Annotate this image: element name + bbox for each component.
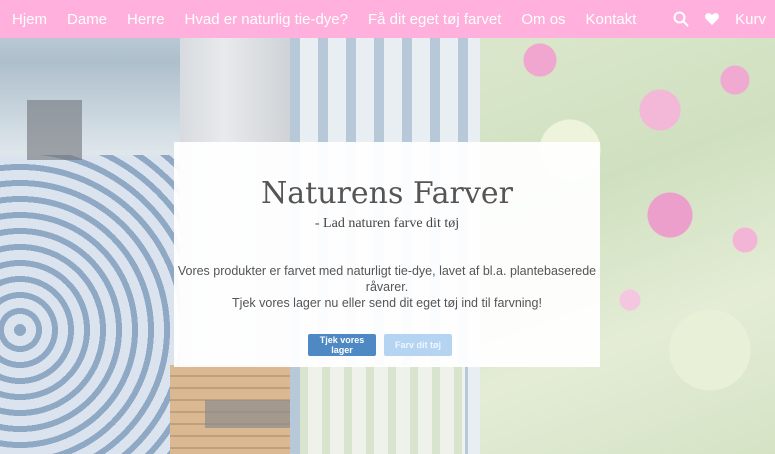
dye-clothes-button[interactable]: Farv dit tøj	[384, 334, 452, 356]
nav-link-hjem[interactable]: Hjem	[12, 11, 47, 28]
nav-link-herre[interactable]: Herre	[127, 11, 165, 28]
nav-link-contact[interactable]: Kontakt	[586, 11, 637, 28]
nav-link-natural-tie-dye[interactable]: Hvad er naturlig tie-dye?	[185, 11, 348, 28]
background-pallet-gap	[205, 400, 290, 428]
hero-card: Naturens Farver - Lad naturen farve dit …	[174, 142, 600, 367]
cart-link[interactable]: Kurv	[735, 11, 766, 28]
check-stock-button[interactable]: Tjek vores lager	[308, 334, 376, 356]
top-navigation: Hjem Dame Herre Hvad er naturlig tie-dye…	[0, 0, 775, 38]
background-post	[27, 100, 82, 160]
nav-actions: Kurv	[673, 0, 766, 38]
hero-description-line-2: Tjek vores lager nu eller send dit eget …	[232, 296, 542, 310]
nav-link-dame[interactable]: Dame	[67, 11, 107, 28]
background-fabric-green	[300, 365, 465, 454]
hero-title: Naturens Farver	[261, 176, 513, 211]
search-icon[interactable]	[673, 11, 689, 27]
hero-description: Vores produkter er farvet med naturligt …	[174, 263, 600, 311]
nav-link-about[interactable]: Om os	[521, 11, 565, 28]
nav-links: Hjem Dame Herre Hvad er naturlig tie-dye…	[12, 11, 656, 28]
heart-icon[interactable]	[704, 11, 720, 27]
nav-link-dye-your-clothes[interactable]: Få dit eget tøj farvet	[368, 11, 501, 28]
hero-description-line-1: Vores produkter er farvet med naturligt …	[177, 264, 597, 294]
hero-subtitle: - Lad naturen farve dit tøj	[314, 216, 460, 231]
